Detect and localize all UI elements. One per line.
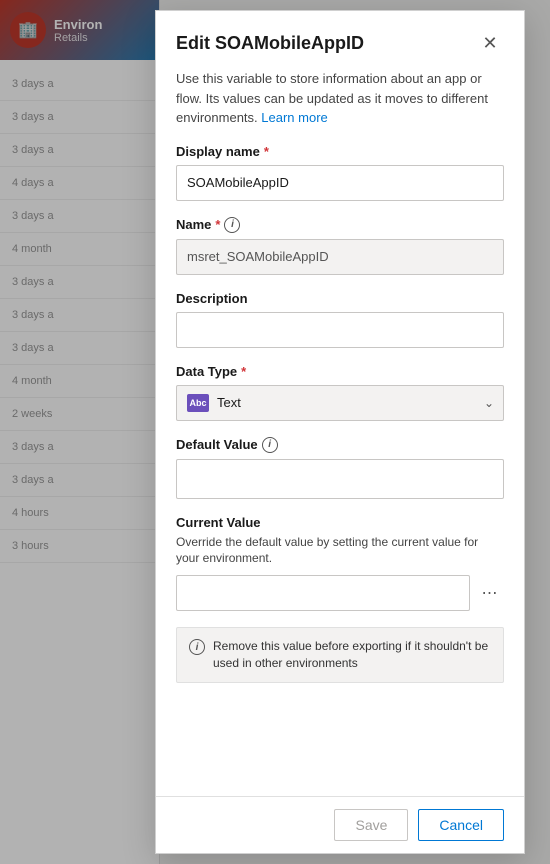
data-type-field-group: Data Type * Abc Text ⌄ — [176, 364, 504, 421]
data-type-required: * — [241, 364, 246, 379]
cancel-button[interactable]: Cancel — [418, 809, 504, 841]
current-value-options-button[interactable]: ⋯ — [476, 579, 504, 607]
data-type-label: Data Type * — [176, 364, 504, 379]
name-field-group: Name * i — [176, 217, 504, 275]
data-type-select-wrapper: Abc Text ⌄ — [176, 385, 504, 421]
display-name-field-group: Display name * — [176, 144, 504, 201]
current-value-description: Override the default value by setting th… — [176, 534, 504, 568]
close-button[interactable]: ✕ — [476, 29, 504, 57]
description-input[interactable] — [176, 312, 504, 348]
display-name-required: * — [264, 144, 269, 159]
edit-variable-dialog: Edit SOAMobileAppID ✕ Use this variable … — [155, 10, 525, 854]
dialog-footer: Save Cancel — [156, 796, 524, 853]
description-label: Description — [176, 291, 504, 306]
name-input — [176, 239, 504, 275]
display-name-input[interactable] — [176, 165, 504, 201]
dialog-body: Display name * Name * i Description Data — [156, 144, 524, 797]
name-label: Name * i — [176, 217, 504, 233]
dialog-header: Edit SOAMobileAppID ✕ — [156, 11, 524, 69]
description-field-group: Description — [176, 291, 504, 348]
info-banner-icon: i — [189, 639, 205, 655]
text-type-icon: Abc — [187, 394, 209, 412]
current-value-label: Current Value — [176, 515, 504, 530]
current-value-input-wrapper: ⋯ — [176, 575, 504, 611]
chevron-down-icon: ⌄ — [484, 396, 494, 410]
current-value-section: Current Value Override the default value… — [176, 515, 504, 612]
default-value-field-group: Default Value i — [176, 437, 504, 499]
name-info-icon[interactable]: i — [224, 217, 240, 233]
default-value-label: Default Value i — [176, 437, 504, 453]
current-value-input[interactable] — [176, 575, 470, 611]
default-value-info-icon[interactable]: i — [262, 437, 278, 453]
dialog-title: Edit SOAMobileAppID — [176, 33, 364, 54]
learn-more-link[interactable]: Learn more — [261, 110, 327, 125]
data-type-select[interactable]: Abc Text ⌄ — [176, 385, 504, 421]
save-button[interactable]: Save — [334, 809, 408, 841]
display-name-label: Display name * — [176, 144, 504, 159]
info-banner: i Remove this value before exporting if … — [176, 627, 504, 683]
default-value-input[interactable] — [176, 459, 504, 499]
dialog-description: Use this variable to store information a… — [156, 69, 524, 144]
name-required: * — [215, 217, 220, 232]
info-banner-text: Remove this value before exporting if it… — [213, 638, 491, 672]
data-type-value: Text — [217, 395, 241, 410]
